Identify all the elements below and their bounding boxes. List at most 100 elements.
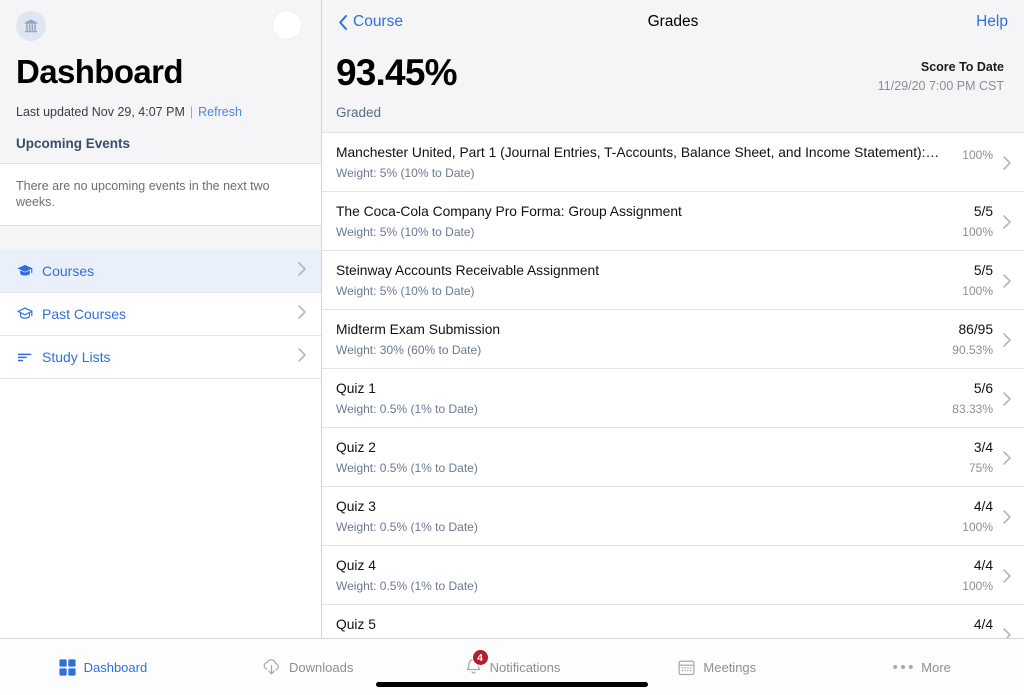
- bell-icon: 4: [464, 649, 489, 677]
- grade-weight: Weight: 5% (10% to Date): [336, 225, 475, 239]
- grade-score: 5/6: [973, 381, 993, 396]
- score-to-date-label: Score To Date: [920, 60, 1004, 74]
- grade-row-scores: 4/4100%: [950, 616, 1002, 638]
- sidebar-item-label: Past Courses: [42, 306, 127, 322]
- grade-score: 4/4: [973, 499, 993, 514]
- tab-label: Meetings: [703, 659, 757, 675]
- navbar-title: Grades: [647, 13, 699, 30]
- grade-row-text: Quiz 2 Weight: 0.5% (1% to Date): [336, 439, 950, 476]
- ellipsis-icon: [892, 663, 914, 671]
- avatar[interactable]: [273, 11, 301, 39]
- chevron-right-icon: [297, 304, 307, 325]
- list-lines-icon: [16, 348, 42, 366]
- tab-more[interactable]: More: [819, 660, 1024, 675]
- grades-list[interactable]: Manchester United, Part 1 (Journal Entri…: [322, 132, 1024, 638]
- sidebar-item-past-courses[interactable]: Past Courses: [0, 293, 321, 336]
- tab-label: Dashboard: [83, 659, 148, 675]
- grade-score: 4/4: [973, 617, 993, 632]
- body-row: Dashboard Last updated Nov 29, 4:07 PM | R…: [0, 0, 1024, 638]
- grade-percent: 83.33%: [952, 402, 993, 416]
- sidebar-item-courses[interactable]: Courses: [0, 250, 321, 293]
- sidebar-filler: [0, 379, 321, 638]
- grade-score: 3/4: [973, 440, 993, 455]
- chevron-right-icon: [1002, 391, 1012, 407]
- chevron-right-icon: [1002, 509, 1012, 525]
- refresh-link[interactable]: Refresh: [198, 105, 242, 119]
- notifications-badge: 4: [471, 649, 489, 666]
- grade-name: The Coca-Cola Company Pro Forma: Group A…: [336, 204, 682, 219]
- grade-row-text: Midterm Exam Submission Weight: 30% (60% …: [336, 321, 950, 358]
- tab-notifications[interactable]: 4 Notifications: [410, 649, 615, 677]
- grade-percent: 100%: [962, 579, 993, 593]
- grade-weight: Weight: 5% (10% to Date): [336, 166, 475, 180]
- grade-row-scores: 100%: [950, 144, 1002, 163]
- grade-row-scores: 5/5 100%: [950, 262, 1002, 299]
- page-title: Dashboard: [16, 53, 184, 90]
- grade-row-text: The Coca-Cola Company Pro Forma: Group A…: [336, 203, 950, 240]
- help-link[interactable]: Help: [976, 13, 1008, 31]
- tab-dashboard[interactable]: Dashboard: [0, 658, 205, 677]
- app-root: Dashboard Last updated Nov 29, 4:07 PM | R…: [0, 0, 1024, 695]
- grade-row-scores: 4/4 100%: [950, 498, 1002, 535]
- sidebar-item-label: Courses: [42, 263, 95, 279]
- grade-percent: 100%: [962, 225, 993, 239]
- graduation-cap-outline-icon: [16, 305, 42, 323]
- grade-row[interactable]: The Coca-Cola Company Pro Forma: Group A…: [322, 192, 1024, 251]
- back-to-course-button[interactable]: Course: [338, 13, 403, 31]
- grade-row-scores: 5/5 100%: [950, 203, 1002, 240]
- chevron-right-icon: [1002, 273, 1012, 289]
- grade-row-text: Steinway Accounts Receivable Assignment W…: [336, 262, 950, 299]
- chevron-right-icon: [1002, 450, 1012, 466]
- grade-weight: Weight: 0.5% (1% to Date): [336, 520, 478, 534]
- graduation-cap-filled-icon: [16, 262, 42, 280]
- tab-label: More: [921, 659, 951, 675]
- sidebar-header-row: [16, 8, 305, 46]
- chevron-right-icon: [1002, 332, 1012, 348]
- chevron-right-icon: [297, 347, 307, 368]
- score-to-date-block: Score To Date 11/29/20 7:00 PM CST: [878, 50, 1004, 95]
- sidebar: Dashboard Last updated Nov 29, 4:07 PM | R…: [0, 0, 322, 638]
- chevron-right-icon: [1002, 214, 1012, 230]
- grade-row[interactable]: Quiz 5Weight: 0.5% (1% to Date)4/4100%: [322, 605, 1024, 638]
- grade-name: Midterm Exam Submission: [336, 322, 501, 337]
- upcoming-events-empty-text: There are no upcoming events in the next…: [0, 164, 321, 226]
- grade-name: Manchester United, Part 1 (Journal Entri…: [336, 145, 940, 160]
- sidebar-spacer: [0, 226, 321, 250]
- chevron-right-icon: [1002, 568, 1012, 584]
- grade-row[interactable]: Quiz 3 Weight: 0.5% (1% to Date) 4/4 100%: [322, 487, 1024, 546]
- grade-row-scores: 5/6 83.33%: [950, 380, 1002, 417]
- grade-weight: Weight: 0.5% (1% to Date): [336, 402, 478, 416]
- grade-row[interactable]: Quiz 4 Weight: 0.5% (1% to Date) 4/4 100%: [322, 546, 1024, 605]
- grade-row-text: Quiz 5Weight: 0.5% (1% to Date): [336, 616, 950, 638]
- grade-row[interactable]: Midterm Exam Submission Weight: 30% (60% …: [322, 310, 1024, 369]
- grade-row[interactable]: Steinway Accounts Receivable Assignment W…: [322, 251, 1024, 310]
- tab-downloads[interactable]: Downloads: [205, 657, 410, 677]
- cloud-download-icon: [261, 657, 282, 677]
- grade-name: Quiz 5: [336, 617, 376, 632]
- last-updated-text: Last updated Nov 29, 4:07 PM: [16, 105, 185, 119]
- grade-row-text: Quiz 1 Weight: 0.5% (1% to Date): [336, 380, 950, 417]
- sidebar-item-study-lists[interactable]: Study Lists: [0, 336, 321, 379]
- chevron-right-icon: [1002, 155, 1012, 171]
- back-button-label: Course: [353, 13, 403, 30]
- chevron-right-icon: [1002, 627, 1012, 638]
- grade-row-text: Quiz 4 Weight: 0.5% (1% to Date): [336, 557, 950, 594]
- tab-meetings[interactable]: Meetings: [614, 658, 819, 677]
- grade-score: 5/5: [973, 204, 993, 219]
- grade-row[interactable]: Manchester United, Part 1 (Journal Entri…: [322, 133, 1024, 192]
- grade-score: 5/5: [973, 263, 993, 278]
- grade-row[interactable]: Quiz 2 Weight: 0.5% (1% to Date) 3/4 75%: [322, 428, 1024, 487]
- grade-weight: Weight: 0.5% (1% to Date): [336, 461, 478, 475]
- grade-name: Quiz 2: [336, 440, 376, 455]
- main-panel: Course Grades Help 93.45% Score To Date …: [322, 0, 1024, 638]
- last-updated-row: Last updated Nov 29, 4:07 PM | Refresh: [16, 104, 305, 120]
- meta-separator: |: [189, 105, 194, 119]
- university-building-icon[interactable]: [16, 11, 46, 41]
- grade-name: Quiz 4: [336, 558, 376, 573]
- upcoming-events-heading: Upcoming Events: [0, 120, 321, 164]
- grade-name: Quiz 3: [336, 499, 376, 514]
- grade-row[interactable]: Quiz 1 Weight: 0.5% (1% to Date) 5/6 83.33%: [322, 369, 1024, 428]
- grade-row-text: Quiz 3 Weight: 0.5% (1% to Date): [336, 498, 950, 535]
- grade-percent: 100%: [962, 520, 993, 534]
- grade-percent: 75%: [968, 461, 993, 475]
